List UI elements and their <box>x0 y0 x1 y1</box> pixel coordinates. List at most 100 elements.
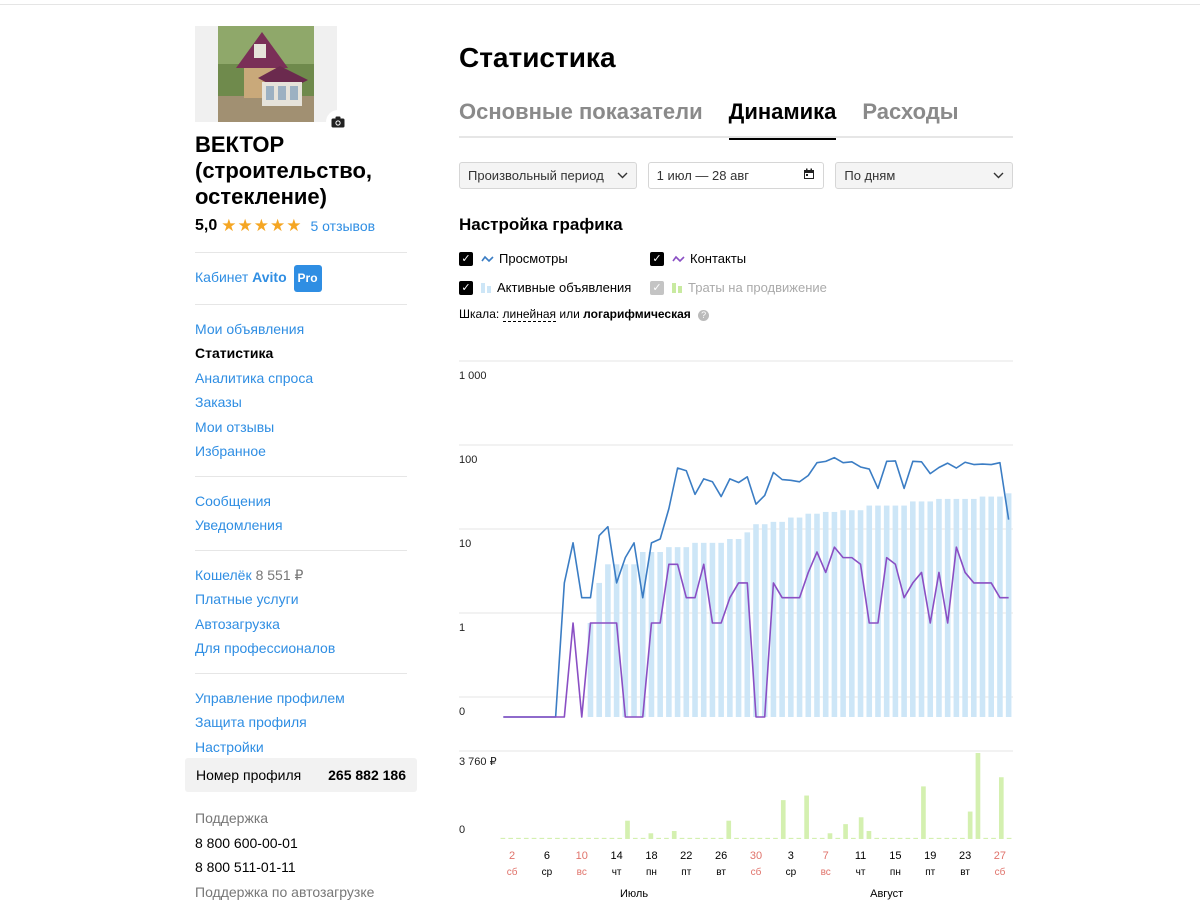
active-ads-bar <box>605 564 611 717</box>
legend-active-ads[interactable]: ✓ Активные объявления <box>459 280 650 295</box>
star-icon: ★ <box>237 216 253 235</box>
nav-wallet-link[interactable]: Кошелёк 8 551 ₽ <box>195 563 407 588</box>
nav-for-pros[interactable]: Для профессионалов <box>195 636 407 661</box>
y-tick-label: 1 000 <box>459 370 487 382</box>
active-ads-bar <box>683 547 690 717</box>
spend-bar <box>773 837 778 839</box>
cabinet-label: Кабинет <box>195 269 249 285</box>
spend-bar <box>578 837 584 839</box>
nav-profile-protection[interactable]: Защита профиля <box>195 710 407 735</box>
date-range-input[interactable]: 1 июл — 28 авг <box>647 162 825 189</box>
cabinet-pro-link[interactable]: Кабинет Avito Pro <box>195 265 407 292</box>
active-ads-bar <box>971 498 977 717</box>
legend-contacts[interactable]: ✓ Контакты <box>650 251 850 266</box>
tabs: Основные показатели Динамика Расходы <box>459 96 1013 140</box>
spend-bar <box>523 837 529 839</box>
spend-bar <box>757 837 763 839</box>
x-tick-day: 27 <box>994 850 1006 862</box>
wallet-label: Кошелёк <box>195 566 252 583</box>
spend-bar <box>640 837 646 839</box>
chart-legend: ✓ Просмотры ✓ Контакты ✓ Активные объявл… <box>459 251 1013 295</box>
spend-bar <box>539 837 545 839</box>
divider <box>195 475 407 477</box>
spend-bar <box>835 837 841 839</box>
x-tick-weekday: пт <box>925 867 935 878</box>
active-ads-bar <box>892 505 899 717</box>
grouping-select[interactable]: По дням <box>835 162 1014 189</box>
tab-dynamics[interactable]: Динамика <box>728 96 836 140</box>
nav-paid-services[interactable]: Платные услуги <box>195 587 407 612</box>
legend-promo-spend[interactable]: ✓ Траты на продвижение <box>650 280 850 295</box>
nav-messages: Сообщения Уведомления <box>195 489 407 538</box>
spend-bar <box>594 837 599 839</box>
checkbox-checked-icon[interactable]: ✓ <box>459 280 473 295</box>
reviews-link[interactable]: 5 отзывов <box>311 218 376 234</box>
nav-my-ads[interactable]: Мои объявления <box>195 317 407 342</box>
help-icon[interactable]: ? <box>698 310 710 321</box>
spend-bar <box>843 824 848 839</box>
period-select[interactable]: Произвольный период <box>459 162 637 189</box>
checkbox-checked-icon[interactable]: ✓ <box>650 251 664 266</box>
support-autoload[interactable]: Поддержка по автозагрузке <box>195 880 374 905</box>
nav-settings[interactable]: Настройки <box>195 735 407 760</box>
active-ads-bar <box>997 496 1003 717</box>
active-ads-bar <box>735 539 742 717</box>
house-photo <box>218 26 314 122</box>
nav-profile-management[interactable]: Управление профилем <box>195 686 407 711</box>
active-ads-bar <box>692 542 698 717</box>
spend-bar <box>780 800 786 839</box>
x-tick-weekday: ср <box>542 867 553 878</box>
nav-notifications[interactable]: Уведомления <box>195 513 407 538</box>
x-tick-day: 14 <box>610 850 622 862</box>
spend-bar <box>609 837 615 839</box>
active-ads-bar <box>718 542 724 717</box>
x-tick-weekday: вт <box>716 867 726 878</box>
scale-or: или <box>559 307 580 321</box>
active-ads-bar <box>631 564 637 717</box>
nav-my-reviews[interactable]: Мои отзывы <box>195 415 407 440</box>
support-phone-1[interactable]: 8 800 600-00-01 <box>195 831 374 856</box>
checkbox-checked-icon[interactable]: ✓ <box>459 251 473 266</box>
camera-icon[interactable] <box>326 110 350 134</box>
dynamics-chart: 1 00010010103 760 ₽02сб6ср10вс14чт18пн22… <box>459 360 1013 900</box>
nav-autoload[interactable]: Автозагрузка <box>195 612 407 637</box>
checkbox-disabled-icon[interactable]: ✓ <box>650 280 664 295</box>
nav-orders[interactable]: Заказы <box>195 390 407 415</box>
scale-prefix: Шкала: <box>459 307 500 321</box>
active-ads-bar <box>1005 493 1012 717</box>
nav-statistics[interactable]: Статистика <box>195 341 407 366</box>
active-ads-bar <box>709 542 716 717</box>
active-ads-bar <box>822 511 829 717</box>
spend-bar <box>617 837 623 839</box>
spend-bar <box>508 837 514 839</box>
tab-main-metrics[interactable]: Основные показатели <box>459 96 703 138</box>
chevron-down-icon <box>617 170 628 182</box>
tab-expenses[interactable]: Расходы <box>862 96 958 138</box>
x-tick-weekday: сб <box>751 866 762 878</box>
spend-bar <box>827 833 833 839</box>
spend-bar <box>656 837 661 839</box>
active-ads-bar <box>857 510 864 717</box>
profile-avatar[interactable] <box>195 26 350 134</box>
spend-bar <box>664 837 669 839</box>
nav-demand-analytics[interactable]: Аналитика спроса <box>195 366 407 391</box>
nav-favorites[interactable]: Избранное <box>195 439 407 464</box>
scale-linear-link[interactable]: линейная <box>502 307 557 322</box>
spend-bar <box>905 837 911 839</box>
support-phone-2[interactable]: 8 800 511-01-11 <box>195 855 374 880</box>
x-tick-day: 19 <box>924 850 936 862</box>
active-ads-bar <box>962 498 968 717</box>
divider <box>195 303 407 305</box>
main-content: Статистика Основные показатели Динамика … <box>459 40 1014 322</box>
legend-views[interactable]: ✓ Просмотры <box>459 251 650 266</box>
x-tick-day: 23 <box>959 850 971 862</box>
scale-log-option[interactable]: логарифмическая <box>583 307 691 321</box>
x-tick-day: 7 <box>823 850 829 862</box>
y-tick-label: 10 <box>459 538 471 550</box>
spend-bar <box>570 837 576 839</box>
spend-bar <box>718 837 724 839</box>
spend-bar <box>765 837 771 839</box>
nav-messages-link[interactable]: Сообщения <box>195 489 407 514</box>
spend-bar <box>812 837 817 839</box>
legend-promo-spend-label: Траты на продвижение <box>688 280 827 295</box>
